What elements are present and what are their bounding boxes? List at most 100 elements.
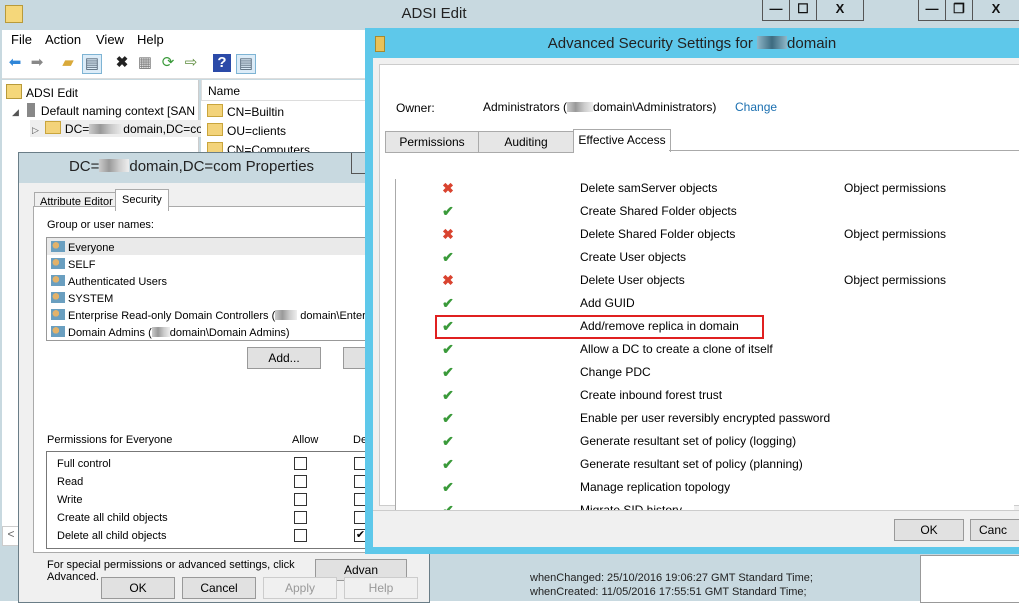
- help-button[interactable]: Help: [344, 577, 418, 599]
- cancel-button[interactable]: Cancel: [182, 577, 256, 599]
- allow-checkbox[interactable]: [294, 493, 307, 506]
- group-item-domain-admins[interactable]: Domain Admins (domain\Domain Admins): [51, 326, 290, 339]
- column-name: Name: [208, 84, 241, 98]
- adsi-title-bar[interactable]: ADSI Edit — ☐ X: [0, 0, 868, 28]
- permission-name: Delete samServer objects: [580, 181, 718, 195]
- redacted-text: [757, 36, 788, 49]
- permission-name: Create all child objects: [57, 512, 168, 524]
- group-name: Domain Admins (: [68, 327, 152, 339]
- effective-access-row[interactable]: ✔ Generate resultant set of policy (plann…: [396, 453, 1014, 476]
- effective-access-row[interactable]: ✔ Add GUID: [396, 292, 1014, 315]
- permissions-header: Permissions for Everyone: [47, 434, 173, 446]
- group-item-enterprise-rodc[interactable]: Enterprise Read-only Domain Controllers …: [51, 309, 376, 322]
- redacted-text: [99, 159, 130, 172]
- group-name: SYSTEM: [68, 293, 114, 305]
- delete-icon[interactable]: ✖: [113, 54, 131, 72]
- list-item[interactable]: OU=clients: [207, 123, 286, 138]
- apply-button[interactable]: Apply: [263, 577, 337, 599]
- effective-access-row[interactable]: ✔ Manage replication topology: [396, 476, 1014, 499]
- permission-name: Read: [57, 476, 84, 488]
- add-button[interactable]: Add...: [247, 347, 321, 369]
- group-item-authenticated-users[interactable]: Authenticated Users: [51, 275, 167, 288]
- up-folder-icon[interactable]: ▰: [59, 54, 77, 72]
- group-item-system[interactable]: SYSTEM: [51, 292, 113, 305]
- effective-access-row[interactable]: ✔ Generate resultant set of policy (loggi…: [396, 430, 1014, 453]
- menu-file[interactable]: File: [11, 32, 32, 47]
- allow-checkbox[interactable]: [294, 475, 307, 488]
- effective-access-row[interactable]: ✔ Create inbound forest trust: [396, 384, 1014, 407]
- back-arrow-icon[interactable]: ⬅: [6, 54, 24, 72]
- group-name: SELF: [68, 259, 96, 271]
- adv-ok-button[interactable]: OK: [894, 519, 964, 541]
- bg-close-button[interactable]: X: [972, 0, 1019, 21]
- access-limited-by: Object permissions: [844, 227, 947, 241]
- menu-view[interactable]: View: [96, 32, 124, 47]
- tree-root[interactable]: ADSI Edit: [6, 84, 78, 100]
- permissions-list: Full control Read Write Create all child…: [46, 451, 408, 549]
- advanced-title-bar[interactable]: Advanced Security Settings for domain: [365, 28, 1019, 58]
- effective-access-row[interactable]: ✔ Allow a DC to create a clone of itself: [396, 338, 1014, 361]
- show-hide-tree-icon[interactable]: ▤: [82, 54, 102, 74]
- list-item[interactable]: CN=Builtin: [207, 104, 284, 119]
- list-header[interactable]: Name: [201, 80, 366, 101]
- tab-effective-access[interactable]: Effective Access: [573, 129, 671, 152]
- deny-x-icon: ✖: [442, 226, 454, 242]
- effective-access-row[interactable]: ✖ Delete samServer objects Object permissi…: [396, 179, 1014, 200]
- minimize-button[interactable]: —: [762, 0, 790, 21]
- adv-cancel-button[interactable]: Canc: [970, 519, 1019, 541]
- group-list[interactable]: Everyone SELF Authenticated Users SYSTEM…: [46, 237, 408, 341]
- change-owner-link[interactable]: Change: [735, 100, 777, 114]
- close-button[interactable]: X: [816, 0, 864, 21]
- bg-restore-button[interactable]: ❐: [945, 0, 973, 21]
- group-icon: [51, 292, 65, 303]
- allow-checkbox[interactable]: [294, 529, 307, 542]
- tree-context-label: Default naming context [SAN: [40, 104, 195, 118]
- tab-auditing[interactable]: Auditing: [478, 131, 574, 153]
- maximize-button[interactable]: ☐: [789, 0, 817, 21]
- permission-name: Enable per user reversibly encrypted pas…: [580, 411, 831, 425]
- permission-name: Delete User objects: [580, 273, 685, 287]
- tree-naming-context[interactable]: ◢ Default naming context [SAN: [12, 103, 195, 118]
- effective-access-list[interactable]: ✖ Delete samServer objects Object permissi…: [395, 179, 1014, 535]
- title-prefix: DC=: [68, 158, 100, 175]
- ok-button[interactable]: OK: [101, 577, 175, 599]
- tab-security[interactable]: Security: [115, 189, 169, 211]
- tree-root-label: ADSI Edit: [26, 86, 79, 100]
- help-icon[interactable]: ?: [213, 54, 231, 72]
- effective-access-row[interactable]: ✔ Create Shared Folder objects: [396, 200, 1014, 223]
- list-item-label: OU=clients: [227, 124, 287, 138]
- redacted-text: [275, 310, 298, 320]
- permission-name: Change PDC: [580, 365, 651, 379]
- allow-checkbox[interactable]: [294, 511, 307, 524]
- redacted-text: [151, 327, 170, 337]
- forward-arrow-icon[interactable]: ➡: [28, 54, 46, 72]
- bg-panel: [920, 555, 1019, 603]
- tree-domain-node[interactable]: ▷ DC= domain,DC=co: [30, 120, 205, 137]
- tab-divider: [669, 150, 1019, 151]
- effective-access-row[interactable]: ✔ Enable per user reversibly encrypted pa…: [396, 407, 1014, 430]
- effective-access-row[interactable]: ✖ Delete User objects Object permissions: [396, 269, 1014, 292]
- allow-checkbox[interactable]: [294, 457, 307, 470]
- collapsed-chevron-icon[interactable]: ▷: [32, 125, 39, 135]
- refresh-icon[interactable]: ⟳: [159, 54, 177, 72]
- title-suffix: domain: [787, 35, 837, 52]
- effective-access-row[interactable]: ✖ Delete Shared Folder objects Object perm…: [396, 223, 1014, 246]
- permission-name: Full control: [57, 458, 111, 470]
- effective-access-row[interactable]: ✔ Create User objects: [396, 246, 1014, 269]
- group-icon: [51, 241, 65, 252]
- menu-action[interactable]: Action: [45, 32, 81, 47]
- group-item-everyone[interactable]: Everyone: [51, 241, 114, 254]
- effective-access-row[interactable]: ✔ Change PDC: [396, 361, 1014, 384]
- export-list-icon[interactable]: ⇨: [182, 54, 200, 72]
- group-item-self[interactable]: SELF: [51, 258, 96, 271]
- tab-permissions[interactable]: Permissions: [385, 131, 479, 153]
- permission-name: Create User objects: [580, 250, 687, 264]
- permission-name: Write: [57, 494, 83, 506]
- group-icon: [51, 326, 65, 337]
- show-hide-action-pane-icon[interactable]: ▤: [236, 54, 256, 74]
- bg-minimize-button[interactable]: —: [918, 0, 946, 21]
- expanded-chevron-icon[interactable]: ◢: [12, 107, 19, 117]
- menu-help[interactable]: Help: [137, 32, 164, 47]
- properties-icon[interactable]: ▦: [136, 54, 154, 72]
- allow-check-user-icon: ✔: [442, 479, 454, 495]
